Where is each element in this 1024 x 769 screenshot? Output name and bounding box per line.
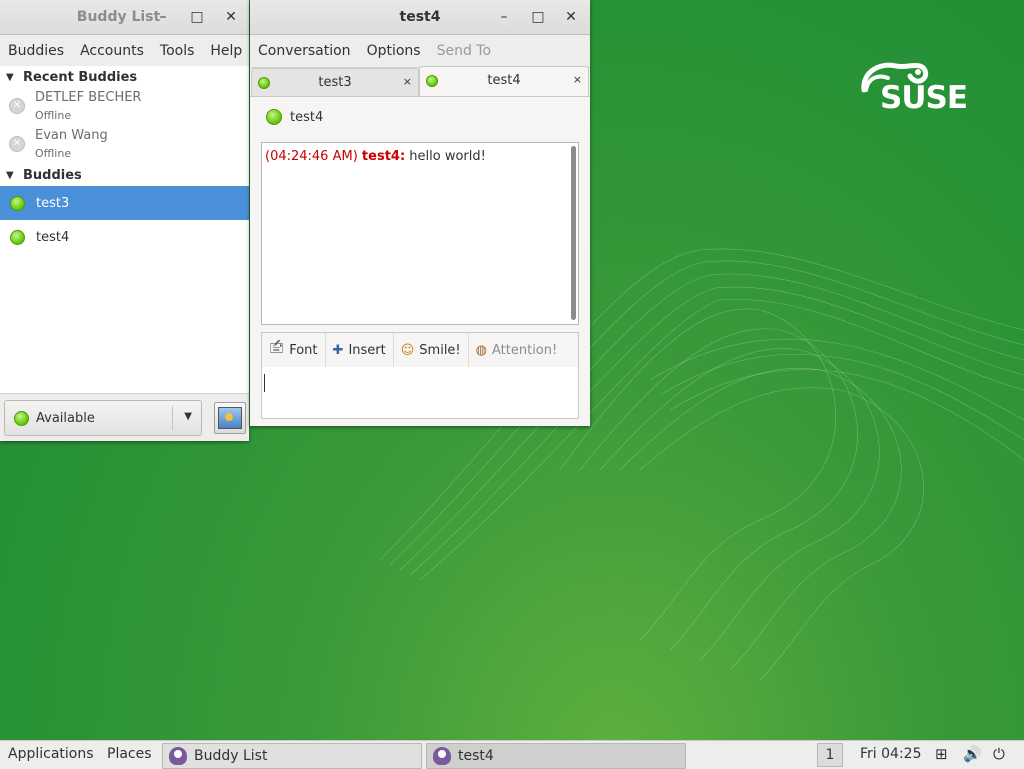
volume-icon[interactable]: 🔊 xyxy=(963,745,982,763)
taskbar-item-test4[interactable]: test4 xyxy=(426,743,686,769)
menu-send-to[interactable]: Send To xyxy=(429,43,499,59)
available-status-icon xyxy=(14,410,29,426)
menu-buddies[interactable]: Buddies xyxy=(0,43,72,59)
menu-accounts[interactable]: Accounts xyxy=(72,43,152,59)
offline-status-icon: ✕ xyxy=(9,136,25,152)
buddy-name: Evan Wang xyxy=(35,128,108,143)
formatting-toolbar: 🖆 Font ✚ Insert ☺ Smile! ◍ Attention! xyxy=(261,332,579,368)
attention-icon: ◍ xyxy=(475,342,487,358)
applications-menu[interactable]: Applications xyxy=(8,746,94,762)
menu-help[interactable]: Help xyxy=(202,43,250,59)
buddy-row-detlef-becher[interactable]: ✕ DETLEF BECHER Offline xyxy=(0,88,249,126)
menu-conversation[interactable]: Conversation xyxy=(250,43,359,59)
bottom-panel: Applications Places Buddy List test4 1 F… xyxy=(0,740,1024,769)
conversation-pane: test4 (04:24:46 AM) test4: hello world! … xyxy=(250,96,590,426)
message-sender: test4: xyxy=(361,149,406,164)
smile-button[interactable]: ☺ Smile! xyxy=(394,333,469,367)
group-buddies[interactable]: ▼ Buddies xyxy=(0,164,249,186)
tab-close-icon[interactable]: × xyxy=(573,73,582,86)
buddy-row-evan-wang[interactable]: ✕ Evan Wang Offline xyxy=(0,126,249,164)
contact-header: test4 xyxy=(266,109,323,125)
available-status-icon xyxy=(10,195,25,211)
buddy-status: Offline xyxy=(35,109,72,122)
attention-button[interactable]: ◍ Attention! xyxy=(469,333,565,367)
pidgin-icon xyxy=(433,747,451,765)
buddy-icon-button[interactable] xyxy=(214,402,246,434)
taskbar-item-buddy-list[interactable]: Buddy List xyxy=(162,743,422,769)
buddy-list-window: Buddy List – □ ✕ Buddies Accounts Tools … xyxy=(0,0,249,441)
message-line: (04:24:46 AM) test4: hello world! xyxy=(265,149,486,164)
scrollbar[interactable] xyxy=(571,146,576,320)
expander-triangle-icon[interactable]: ▼ xyxy=(6,72,16,83)
message-timestamp: (04:24:46 AM) xyxy=(265,149,358,164)
plus-icon: ✚ xyxy=(332,342,344,358)
available-status-icon xyxy=(266,109,282,125)
menu-tools[interactable]: Tools xyxy=(152,43,203,59)
buddy-row-test3[interactable]: test3 xyxy=(0,186,249,220)
workspace-switcher[interactable]: 1 xyxy=(817,743,843,767)
contact-name: test4 xyxy=(290,109,324,125)
conversation-titlebar[interactable]: test4 – □ ✕ xyxy=(250,0,590,35)
tab-label: test3 xyxy=(318,75,352,90)
network-icon[interactable]: ⊞ xyxy=(935,745,948,763)
message-text: hello world! xyxy=(409,149,486,164)
buddy-name: test4 xyxy=(36,229,70,245)
buddy-name: test3 xyxy=(36,195,70,211)
tab-label: test4 xyxy=(487,73,521,88)
expander-triangle-icon[interactable]: ▼ xyxy=(6,170,16,181)
tab-test4[interactable]: test4 × xyxy=(419,66,589,97)
buddy-status: Offline xyxy=(35,147,72,160)
divider xyxy=(172,406,173,430)
taskbar-label: Buddy List xyxy=(194,748,268,764)
status-label: Available xyxy=(36,410,95,426)
pidgin-icon xyxy=(169,747,187,765)
menu-options[interactable]: Options xyxy=(359,43,429,59)
buddy-tree: ▼ Recent Buddies ✕ DETLEF BECHER Offline… xyxy=(0,66,249,441)
avatar-picture-icon xyxy=(218,407,242,429)
available-status-icon xyxy=(10,229,25,245)
buddy-list-menubar: Buddies Accounts Tools Help xyxy=(0,35,249,68)
font-button[interactable]: 🖆 Font xyxy=(262,333,326,367)
maximize-button[interactable]: □ xyxy=(188,8,206,26)
places-menu[interactable]: Places xyxy=(107,746,152,762)
status-area: Available ▼ xyxy=(0,393,249,441)
suse-logo-text: SUSE xyxy=(880,80,968,116)
taskbar-label: test4 xyxy=(458,748,494,764)
message-input[interactable] xyxy=(261,367,579,419)
buddy-name: DETLEF BECHER xyxy=(35,90,142,105)
conversation-menubar: Conversation Options Send To xyxy=(250,35,590,68)
window-title: Buddy List xyxy=(76,9,161,25)
power-icon[interactable]: ⏻ xyxy=(993,745,1005,763)
buddy-row-test4[interactable]: test4 xyxy=(0,220,249,254)
offline-status-icon: ✕ xyxy=(9,98,25,114)
smiley-icon: ☺ xyxy=(400,342,415,358)
group-recent-buddies[interactable]: ▼ Recent Buddies xyxy=(0,66,249,88)
insert-button[interactable]: ✚ Insert xyxy=(326,333,394,367)
clock[interactable]: Fri 04:25 xyxy=(860,746,921,762)
dropdown-arrow-icon[interactable]: ▼ xyxy=(184,411,192,422)
close-button[interactable]: ✕ xyxy=(562,8,580,26)
font-button-label: Font xyxy=(289,342,318,358)
minimize-button[interactable]: – xyxy=(495,8,513,26)
minimize-button[interactable]: – xyxy=(154,8,172,26)
message-history[interactable]: (04:24:46 AM) test4: hello world! xyxy=(261,142,579,325)
close-button[interactable]: ✕ xyxy=(222,8,240,26)
smile-button-label: Smile! xyxy=(419,342,461,358)
conversation-tabs: test3 × test4 × xyxy=(250,66,590,97)
tab-test3[interactable]: test3 × xyxy=(251,68,419,97)
buddy-list-titlebar[interactable]: Buddy List – □ ✕ xyxy=(0,0,249,35)
conversation-window: test4 – □ ✕ Conversation Options Send To… xyxy=(250,0,590,426)
group-label: Recent Buddies xyxy=(23,69,138,85)
group-label: Buddies xyxy=(23,167,82,183)
text-cursor xyxy=(264,374,265,392)
tab-close-icon[interactable]: × xyxy=(403,75,412,88)
maximize-button[interactable]: □ xyxy=(529,8,547,26)
status-selector[interactable]: Available ▼ xyxy=(4,400,202,436)
font-icon: 🖆 xyxy=(269,341,285,356)
insert-button-label: Insert xyxy=(348,342,386,358)
attention-button-label: Attention! xyxy=(492,342,558,358)
